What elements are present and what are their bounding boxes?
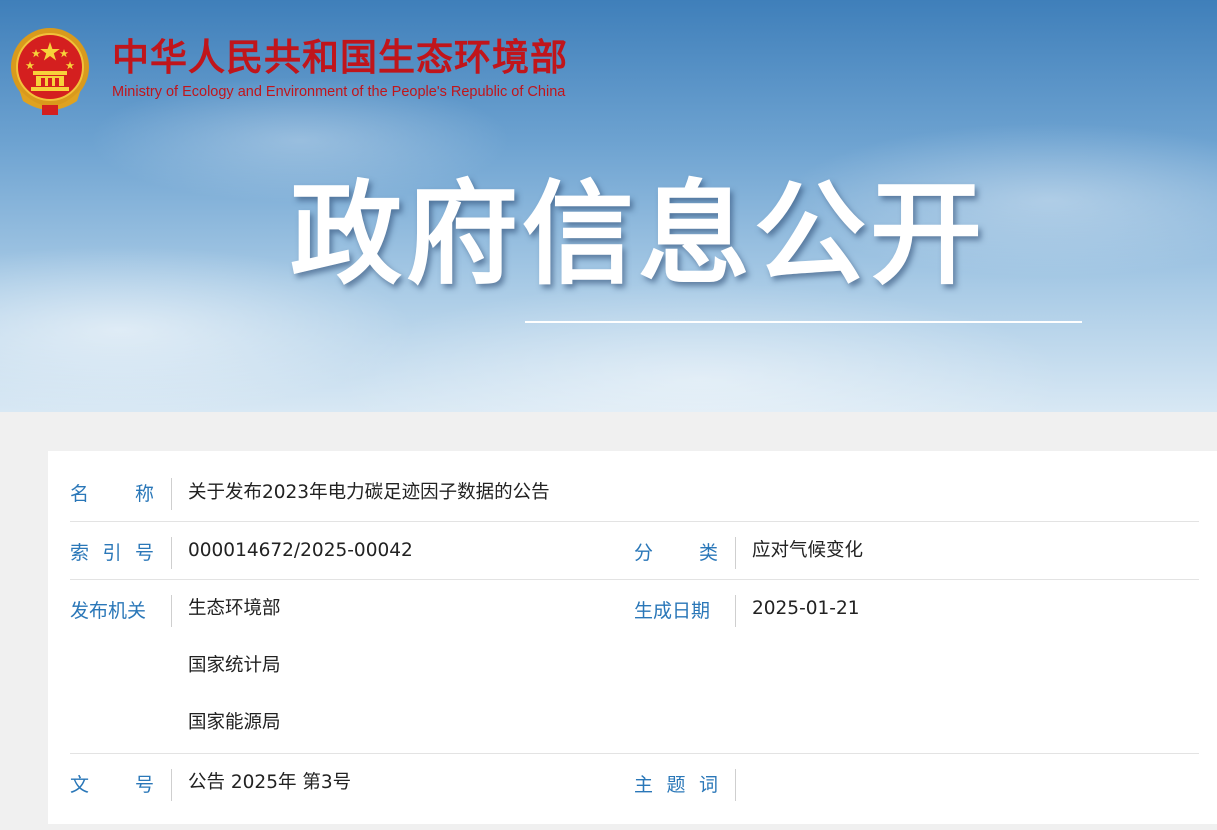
row-divider: [70, 521, 1199, 522]
doc-no-value: 公告 2025年 第3号: [188, 772, 352, 793]
index-no-label: 索 引 号: [70, 537, 154, 569]
banner-title: 政府信息公开: [290, 170, 986, 300]
label-divider: [171, 537, 172, 569]
doc-no-label: 文 号: [70, 769, 154, 801]
ministry-name-en[interactable]: Ministry of Ecology and Environment of t…: [112, 83, 565, 101]
doc-no-label-char: 号: [134, 774, 154, 796]
national-emblem-icon: [11, 28, 89, 115]
info-card: 名 称 关于发布2023年电力碳足迹因子数据的公告 索 引 号 00001467…: [48, 451, 1217, 824]
index-no-label-char: 索: [70, 542, 90, 564]
label-divider: [171, 478, 172, 510]
doc-no-label-char: 文: [70, 774, 90, 796]
label-divider: [171, 769, 172, 801]
label-divider: [735, 537, 736, 569]
label-divider: [171, 595, 172, 627]
created-date-value: 2025-01-21: [752, 598, 860, 619]
banner-divider: [525, 321, 1082, 323]
publisher-value: 生态环境部: [188, 598, 281, 619]
index-no-label-char: 号: [134, 542, 154, 564]
category-label-char: 类: [698, 542, 718, 564]
row-divider: [70, 753, 1199, 754]
label-divider: [735, 595, 736, 627]
index-no-label-char: 引: [102, 542, 122, 564]
label-divider: [735, 769, 736, 801]
created-date-label: 生成日期: [634, 600, 711, 622]
index-no-value: 000014672/2025-00042: [188, 540, 413, 561]
keywords-label-char: 词: [698, 774, 718, 796]
keywords-label: 主 题 词: [634, 769, 718, 801]
publisher-label: 发布机关: [70, 600, 147, 622]
publisher-value: 国家能源局: [188, 712, 281, 733]
name-label-char: 称: [134, 483, 154, 505]
header-banner: 中华人民共和国生态环境部 Ministry of Ecology and Env…: [0, 0, 1217, 412]
row-divider: [70, 579, 1199, 580]
keywords-label-char: 题: [666, 774, 686, 796]
ministry-name-cn[interactable]: 中华人民共和国生态环境部: [112, 36, 568, 80]
publisher-value: 国家统计局: [188, 655, 281, 676]
category-label: 分 类: [634, 537, 718, 569]
name-label: 名 称: [70, 478, 154, 510]
name-label-char: 名: [70, 483, 90, 505]
document-title: 关于发布2023年电力碳足迹因子数据的公告: [188, 482, 550, 503]
keywords-label-char: 主: [634, 774, 654, 796]
category-label-char: 分: [634, 542, 654, 564]
category-value: 应对气候变化: [752, 540, 864, 561]
